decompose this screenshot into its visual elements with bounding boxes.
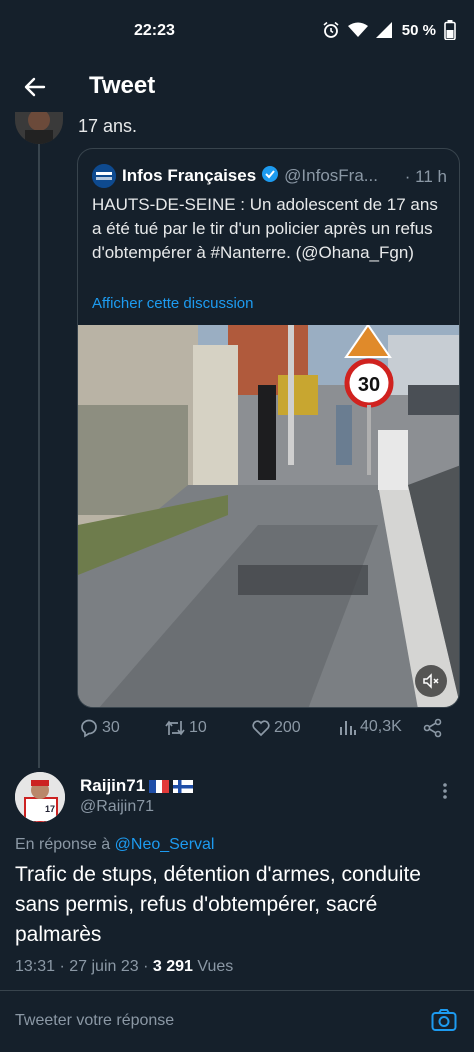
quoted-tweet-time: · 11 h bbox=[404, 167, 447, 186]
reply-button[interactable]: 30 bbox=[79, 718, 120, 738]
reply-count: 30 bbox=[102, 719, 120, 736]
retweet-button[interactable]: 10 bbox=[164, 718, 207, 738]
quoted-tweet-text: HAUTS-DE-SEINE : Un adolescent de 17 ans… bbox=[92, 195, 438, 262]
previous-tweet-text: 17 ans. bbox=[78, 116, 138, 136]
signal-icon bbox=[375, 22, 392, 38]
divider bbox=[0, 990, 474, 991]
bar-chart-icon bbox=[340, 721, 356, 735]
quoted-tweet-header: Infos Françaises @InfosFra... bbox=[92, 163, 452, 189]
views-button[interactable]: 40,3K bbox=[339, 718, 402, 736]
author-avatar[interactable] bbox=[15, 112, 63, 144]
quoted-author-name[interactable]: Infos Françaises bbox=[122, 166, 256, 186]
mute-button[interactable] bbox=[415, 665, 447, 697]
status-bar: 22:23 50 % bbox=[0, 0, 474, 62]
flag-finland-icon bbox=[173, 779, 194, 793]
back-button[interactable] bbox=[18, 70, 52, 104]
battery-percent: 50 % bbox=[401, 21, 436, 39]
status-icons: 50 % bbox=[322, 20, 456, 40]
reply-icon bbox=[81, 719, 97, 738]
share-button[interactable] bbox=[423, 718, 443, 738]
speed-limit-sign: 30 bbox=[358, 374, 380, 396]
speaker-muted-icon bbox=[423, 673, 439, 689]
top-bar: Tweet bbox=[0, 62, 474, 110]
quoted-author-handle: @InfosFra... bbox=[284, 166, 378, 185]
tweet-views-label: Vues bbox=[197, 958, 234, 975]
reply-author-handle: @Raijin71 bbox=[80, 798, 155, 815]
share-icon bbox=[423, 718, 442, 738]
thread-line bbox=[38, 140, 40, 768]
in-reply-handle-link[interactable]: @Neo_Serval bbox=[115, 836, 215, 853]
arrow-left-icon bbox=[24, 77, 46, 97]
status-time: 22:23 bbox=[134, 22, 175, 39]
tweet-views-count: 3 291 bbox=[152, 958, 193, 975]
tweet-datetime: 13:31 · 27 juin 23 · bbox=[15, 958, 149, 975]
heart-icon bbox=[252, 720, 270, 737]
quoted-author-avatar[interactable] bbox=[92, 164, 116, 188]
more-vertical-icon bbox=[443, 783, 447, 799]
quoted-tweet-video[interactable]: 30 bbox=[78, 325, 459, 707]
battery-icon bbox=[444, 20, 456, 40]
reply-author-name-row[interactable]: Raijin71 bbox=[80, 776, 194, 796]
tweet-actions: 30 10 200 40,3K bbox=[77, 718, 460, 746]
reply-author-avatar[interactable]: 17 bbox=[15, 772, 65, 822]
wifi-icon bbox=[347, 22, 368, 37]
quoted-tweet-card[interactable]: Infos Françaises @InfosFra... · 11 h HAU… bbox=[77, 148, 460, 708]
in-reply-prefix: En réponse à bbox=[15, 836, 111, 853]
in-reply-to: En réponse à @Neo_Serval bbox=[15, 836, 214, 854]
reply-tweet-text: Trafic de stups, détention d'armes, cond… bbox=[15, 863, 421, 946]
camera-button[interactable] bbox=[431, 1008, 457, 1037]
tweet-meta: 13:31 · 27 juin 23 · 3 291 Vues bbox=[15, 958, 233, 976]
flag-france-icon bbox=[149, 779, 170, 793]
camera-icon bbox=[431, 1009, 457, 1031]
like-button[interactable]: 200 bbox=[251, 718, 301, 738]
show-thread-link[interactable]: Afficher cette discussion bbox=[92, 295, 253, 312]
verified-badge-icon bbox=[261, 165, 279, 188]
page-title: Tweet bbox=[89, 72, 156, 99]
reply-compose-input[interactable]: Tweeter votre réponse bbox=[15, 1012, 174, 1030]
more-options-button[interactable] bbox=[438, 782, 452, 805]
retweet-count: 10 bbox=[189, 719, 207, 736]
svg-text:17: 17 bbox=[45, 804, 55, 814]
retweet-icon bbox=[165, 720, 185, 736]
like-count: 200 bbox=[274, 719, 301, 736]
reply-author-name[interactable]: Raijin71 bbox=[80, 776, 145, 796]
views-count: 40,3K bbox=[360, 718, 402, 735]
alarm-icon bbox=[323, 21, 339, 38]
